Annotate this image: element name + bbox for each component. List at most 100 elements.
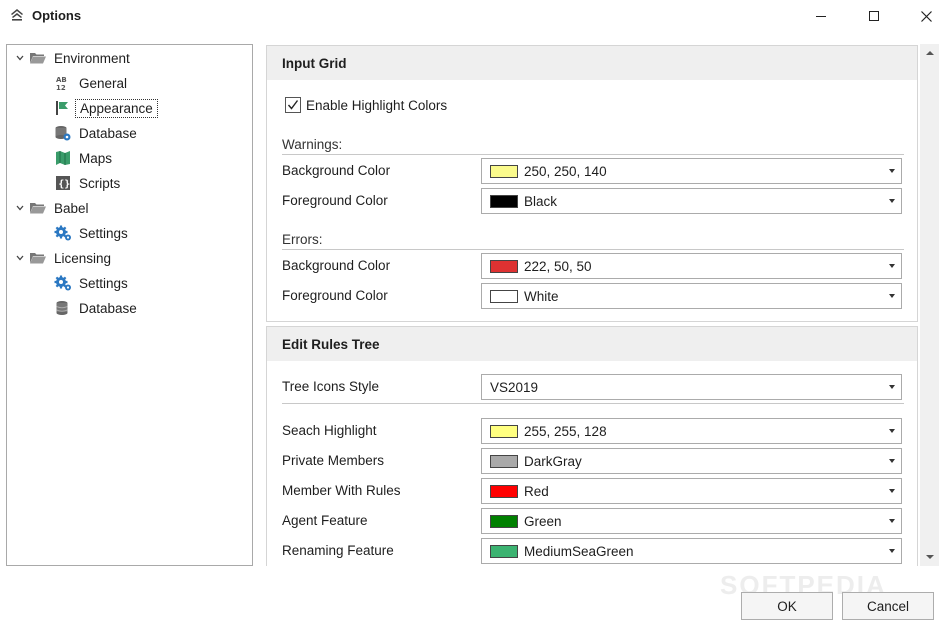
dropdown-arrow-icon[interactable] <box>889 264 895 268</box>
edit-rules-tree-header: Edit Rules Tree <box>267 327 917 361</box>
dropdown-arrow-icon[interactable] <box>889 519 895 523</box>
maximize-button[interactable] <box>850 0 898 32</box>
dropdown-arrow-icon[interactable] <box>889 169 895 173</box>
settings-panel: Input Grid Enable Highlight Colors Warni… <box>266 44 939 566</box>
combo-value: 222, 50, 50 <box>524 258 592 274</box>
err-bg-color-select[interactable]: 222, 50, 50 <box>481 253 902 279</box>
combo-value: 255, 255, 128 <box>524 423 607 439</box>
dropdown-arrow-icon[interactable] <box>889 549 895 553</box>
dropdown-arrow-icon[interactable] <box>889 489 895 493</box>
tree-node-babel-settings[interactable]: Settings <box>54 222 128 244</box>
input-grid-section: Input Grid Enable Highlight Colors Warni… <box>266 45 918 322</box>
tree-node-licensing-settings[interactable]: Settings <box>54 272 128 294</box>
warn-fg-color-select[interactable]: Black <box>481 188 902 214</box>
arrow-up-icon <box>925 51 934 55</box>
tree-node-appearance[interactable]: Appearance <box>54 97 158 119</box>
tree-label: Settings <box>79 275 128 291</box>
tree-icons-style-select[interactable]: VS2019 <box>481 374 902 400</box>
search-highlight-color-select[interactable]: 255, 255, 128 <box>481 418 902 444</box>
tree-label: Database <box>79 300 137 316</box>
flag-icon <box>54 100 72 116</box>
warn-bg-color-select[interactable]: 250, 250, 140 <box>481 158 902 184</box>
warn-bg-label: Background Color <box>282 163 391 178</box>
tree-label: Database <box>79 125 137 141</box>
folder-open-icon <box>29 200 47 216</box>
dropdown-arrow-icon[interactable] <box>889 385 895 389</box>
script-icon: {} <box>54 175 72 191</box>
tree-node-environment[interactable]: Environment <box>16 47 130 69</box>
svg-text:AB: AB <box>56 76 67 84</box>
tree-label: Settings <box>79 225 128 241</box>
warn-fg-label: Foreground Color <box>282 193 388 208</box>
dropdown-arrow-icon[interactable] <box>889 294 895 298</box>
chevron-down-icon[interactable] <box>15 203 25 213</box>
tree-label: Maps <box>79 150 113 166</box>
color-swatch <box>490 484 518 498</box>
search-highlight-label: Seach Highlight <box>282 423 377 438</box>
tree-icons-style-label: Tree Icons Style <box>282 379 380 394</box>
folder-open-icon <box>29 250 47 266</box>
combo-value: VS2019 <box>490 379 539 395</box>
database-gear-icon <box>54 125 72 141</box>
minimize-button[interactable] <box>797 0 845 32</box>
ab12-icon: AB 12 <box>54 75 72 91</box>
scrollbar-thumb[interactable] <box>924 64 936 354</box>
tree-label: Environment <box>54 50 130 66</box>
tree-node-licensing-database[interactable]: Database <box>54 297 137 319</box>
color-swatch <box>490 289 518 303</box>
enable-highlight-checkbox[interactable] <box>285 97 301 113</box>
errors-divider <box>282 249 904 250</box>
tree-node-babel[interactable]: Babel <box>16 197 89 219</box>
tree-node-scripts[interactable]: {} Scripts <box>54 172 120 194</box>
maximize-icon <box>869 11 879 21</box>
tree-node-licensing[interactable]: Licensing <box>16 247 111 269</box>
close-icon <box>920 10 932 22</box>
arrow-down-icon <box>925 555 934 559</box>
agent-feature-color-select[interactable]: Green <box>481 508 902 534</box>
scroll-down-button[interactable] <box>920 548 939 566</box>
color-swatch <box>490 544 518 558</box>
color-swatch <box>490 164 518 178</box>
tree-style-divider <box>282 403 904 404</box>
svg-text:12: 12 <box>56 84 66 91</box>
svg-text:{}: {} <box>58 179 70 190</box>
dropdown-arrow-icon[interactable] <box>889 199 895 203</box>
options-tree[interactable]: Environment AB 12 General Appearance Data… <box>6 44 253 566</box>
color-swatch <box>490 424 518 438</box>
ok-button[interactable]: OK <box>741 592 833 620</box>
cancel-button[interactable]: Cancel <box>842 592 934 620</box>
tree-node-general[interactable]: AB 12 General <box>54 72 127 94</box>
vertical-scrollbar[interactable] <box>920 44 939 566</box>
err-fg-color-select[interactable]: White <box>481 283 902 309</box>
title-bar: Options <box>0 0 949 32</box>
combo-value: Red <box>524 483 549 499</box>
dropdown-arrow-icon[interactable] <box>889 429 895 433</box>
window-title: Options <box>32 8 82 23</box>
tree-label: Scripts <box>79 175 121 191</box>
renaming-feature-label: Renaming Feature <box>282 543 394 558</box>
chevron-down-icon[interactable] <box>15 53 25 63</box>
private-members-color-select[interactable]: DarkGray <box>481 448 902 474</box>
renaming-feature-color-select[interactable]: MediumSeaGreen <box>481 538 902 564</box>
input-grid-header: Input Grid <box>267 46 917 80</box>
checkmark-icon <box>287 100 299 110</box>
combo-value: DarkGray <box>524 453 582 469</box>
color-swatch <box>490 454 518 468</box>
tree-node-maps[interactable]: Maps <box>54 147 112 169</box>
combo-value: White <box>524 288 559 304</box>
enable-highlight-label[interactable]: Enable Highlight Colors <box>306 98 447 113</box>
scroll-up-button[interactable] <box>920 44 939 62</box>
dropdown-arrow-icon[interactable] <box>889 459 895 463</box>
folder-open-icon <box>29 50 47 66</box>
close-button[interactable] <box>902 0 949 32</box>
warnings-group-label: Warnings: <box>282 137 343 152</box>
member-with-rules-color-select[interactable]: Red <box>481 478 902 504</box>
tree-label: Appearance <box>75 98 158 118</box>
errors-group-label: Errors: <box>282 232 323 247</box>
database-icon <box>54 300 72 316</box>
member-with-rules-label: Member With Rules <box>282 483 401 498</box>
chevron-down-icon[interactable] <box>15 253 25 263</box>
tree-label: General <box>79 75 128 91</box>
tree-node-database[interactable]: Database <box>54 122 137 144</box>
combo-value: MediumSeaGreen <box>524 543 634 559</box>
